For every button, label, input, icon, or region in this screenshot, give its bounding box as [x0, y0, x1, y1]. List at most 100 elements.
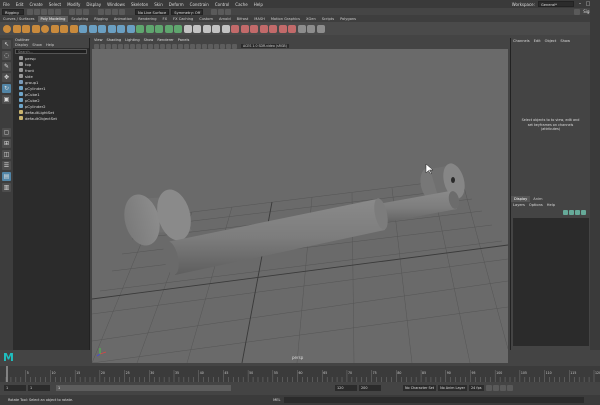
menu-create[interactable]: Create	[26, 2, 45, 7]
render-settings-icon[interactable]	[225, 8, 232, 15]
viewport-menu-lighting[interactable]: Lighting	[123, 38, 142, 43]
extrude-icon[interactable]	[145, 24, 154, 33]
go-to-start-icon[interactable]	[486, 385, 493, 391]
merge-icon[interactable]	[212, 24, 220, 33]
single-pane-layout-icon[interactable]: ▢	[2, 128, 11, 137]
delete-history-icon[interactable]	[316, 24, 325, 33]
viewport-menu-panels[interactable]: Panels	[176, 38, 192, 43]
poly-torus-icon[interactable]	[41, 24, 49, 33]
snap-curve-icon[interactable]	[104, 8, 111, 15]
lasso-tool-icon[interactable]: ◌	[2, 51, 11, 60]
select-object-icon[interactable]	[76, 8, 82, 15]
workspace-dropdown[interactable]: General*	[538, 1, 574, 7]
poly-cylinder-icon[interactable]	[22, 24, 30, 33]
range-start-field[interactable]: 1	[28, 385, 50, 391]
menu-select[interactable]: Select	[46, 2, 64, 7]
anim-layer-dropdown[interactable]: No Anim Layer	[438, 385, 468, 391]
open-scene-icon[interactable]	[33, 8, 40, 15]
planar-map-icon[interactable]	[240, 24, 249, 33]
poly-disc-icon[interactable]	[60, 24, 68, 33]
image-plane-icon[interactable]	[112, 43, 117, 49]
menu-deform[interactable]: Deform	[166, 2, 187, 7]
use-all-lights-icon[interactable]	[178, 43, 183, 49]
colorspace-dropdown[interactable]: ACES 1.0 SDR-video (sRGB)	[241, 43, 289, 49]
uv-editor-icon[interactable]	[231, 24, 239, 33]
rotate-tool-icon[interactable]: ↻	[2, 84, 11, 93]
grid-icon[interactable]	[118, 43, 123, 49]
smooth-icon[interactable]	[107, 24, 116, 33]
select-tool-icon[interactable]: ↖	[2, 40, 11, 49]
viewport-panel[interactable]: View Shading Lighting Show Renderer Pane…	[92, 38, 508, 363]
undo-icon[interactable]	[47, 8, 54, 15]
menu-control[interactable]: Control	[212, 2, 232, 7]
isolate-select-icon[interactable]	[208, 43, 213, 49]
safe-action-icon[interactable]	[148, 43, 153, 49]
menu-display[interactable]: Display	[83, 2, 104, 7]
outliner-search-input[interactable]: Search...	[15, 49, 87, 54]
gamma-icon[interactable]	[232, 43, 237, 49]
save-scene-icon[interactable]	[40, 8, 47, 15]
user-icon[interactable]	[573, 8, 580, 15]
bevel-icon[interactable]	[155, 24, 163, 33]
channel-menu-show[interactable]: Show	[558, 38, 572, 44]
layer-list[interactable]	[513, 218, 589, 346]
wireframe-on-shaded-icon[interactable]	[166, 43, 171, 49]
freeze-transform-icon[interactable]	[297, 24, 306, 33]
menu-skeleton[interactable]: Skeleton	[128, 2, 151, 7]
new-layer-icon[interactable]	[575, 210, 580, 215]
render-icon[interactable]	[211, 8, 218, 15]
persp-outliner-layout-icon[interactable]: ▤	[2, 172, 11, 181]
combine-icon[interactable]	[88, 24, 97, 33]
field-chart-icon[interactable]	[142, 43, 147, 49]
play-backward-icon[interactable]	[493, 385, 500, 391]
poly-plane-icon[interactable]	[50, 24, 59, 33]
snap-point-icon[interactable]	[111, 8, 118, 15]
start-time-field[interactable]: 1	[4, 385, 26, 391]
textured-icon[interactable]	[172, 43, 177, 49]
unfold-icon[interactable]	[278, 24, 287, 33]
menu-edit[interactable]: Edit	[13, 2, 27, 7]
menu-skin[interactable]: Skin	[151, 2, 166, 7]
graph-layout-icon[interactable]: ▥	[2, 183, 11, 192]
mel-label[interactable]: MEL	[273, 398, 280, 402]
multi-cut-icon[interactable]	[183, 24, 192, 33]
viewport-menu-shading[interactable]: Shading	[105, 38, 124, 43]
menu-constrain[interactable]: Constrain	[187, 2, 212, 7]
motion-blur-icon[interactable]	[196, 43, 201, 49]
separate-icon[interactable]	[98, 24, 106, 33]
shadows-icon[interactable]	[184, 43, 189, 49]
xray-joints-icon[interactable]	[220, 43, 225, 49]
mirror-icon[interactable]	[126, 24, 135, 33]
target-weld-icon[interactable]	[202, 24, 211, 33]
snap-view-icon[interactable]	[118, 8, 125, 15]
film-gate-icon[interactable]	[124, 43, 129, 49]
resolution-gate-icon[interactable]	[130, 43, 135, 49]
move-layer-down-icon[interactable]	[569, 210, 574, 215]
platonic-icon[interactable]	[69, 24, 78, 33]
current-time-marker[interactable]	[6, 366, 8, 382]
go-to-end-icon[interactable]	[507, 385, 514, 391]
range-slider-bar[interactable]: 1	[56, 385, 231, 391]
bookmark-icon[interactable]	[106, 43, 111, 49]
viewport-menu-view[interactable]: View	[92, 38, 105, 43]
outliner-menu-display[interactable]: Display	[13, 43, 30, 48]
super-shape-icon[interactable]	[79, 24, 87, 33]
outliner-menu-show[interactable]: Show	[30, 43, 44, 48]
new-layer-selected-icon[interactable]	[581, 210, 586, 215]
menu-cache[interactable]: Cache	[232, 2, 250, 7]
character-set-dropdown[interactable]: No Character Set	[403, 385, 437, 391]
select-hierarchy-icon[interactable]	[69, 8, 75, 15]
poly-cone-icon[interactable]	[31, 24, 40, 33]
anti-aliasing-icon[interactable]	[202, 43, 207, 49]
select-component-icon[interactable]	[83, 8, 89, 15]
outliner-layout-icon[interactable]: ☰	[2, 161, 11, 170]
layer-menu-layers[interactable]: Layers	[511, 202, 527, 208]
snap-grid-icon[interactable]	[97, 8, 104, 15]
cut-uv-icon[interactable]	[259, 24, 268, 33]
camera-attributes-icon[interactable]	[100, 43, 105, 49]
center-pivot-icon[interactable]	[307, 24, 315, 33]
move-tool-icon[interactable]: ✥	[2, 73, 11, 82]
auto-map-icon[interactable]	[250, 24, 258, 33]
time-slider[interactable]: 5 10 15 20 25 30 35 40 45 50 55 60 65 70 75 80 85 90 95 100…	[0, 366, 600, 382]
insert-edge-loop-icon[interactable]	[193, 24, 201, 33]
